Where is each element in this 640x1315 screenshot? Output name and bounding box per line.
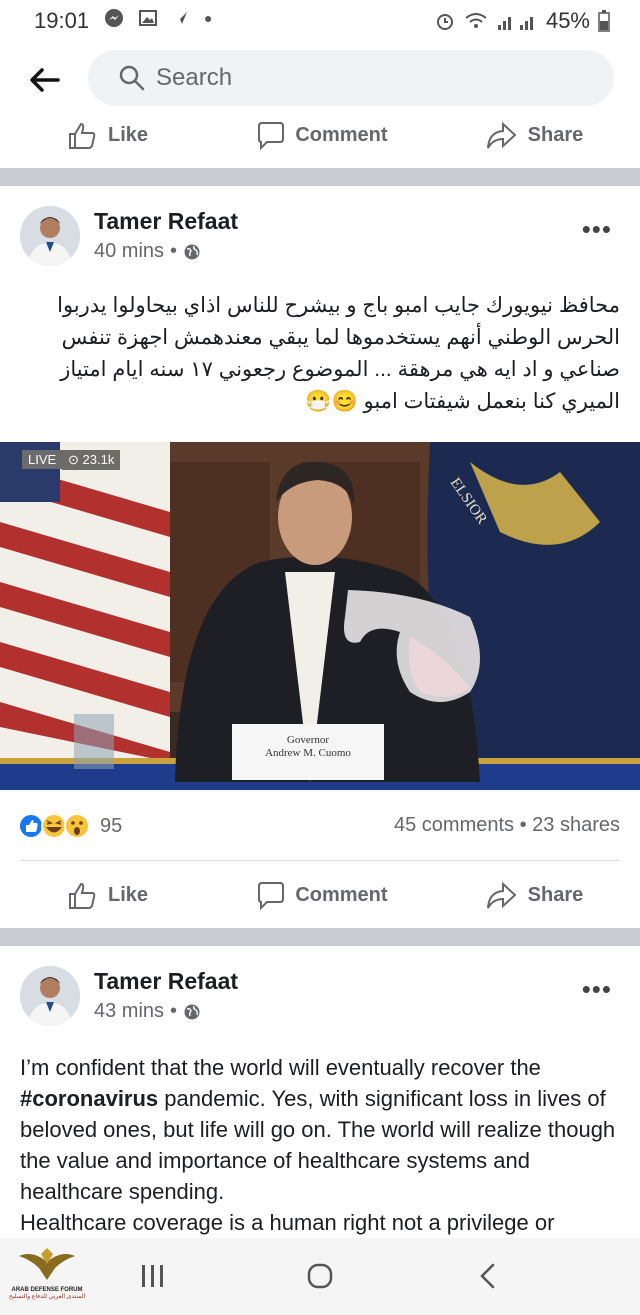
meta-dot: • — [170, 240, 178, 262]
post-divider — [0, 168, 640, 186]
status-time: 19:01 — [34, 8, 90, 33]
wifi-icon — [465, 13, 487, 28]
post-text-line: صناعي و اد ايه هي مرهقة ... الموضوع رجعو… — [60, 358, 620, 381]
recent-apps-icon — [142, 1265, 163, 1287]
reaction-icons — [18, 813, 90, 839]
podium-line1: Governor — [286, 734, 330, 746]
haha-reaction-icon — [41, 813, 67, 839]
watermark-logo: ARAB DEFENSE FORUM المنتدى العربي للدفاع… — [4, 1246, 90, 1312]
like-label: Like — [108, 884, 149, 906]
meta-dot: • — [170, 1000, 178, 1022]
comment-button[interactable]: Comment — [213, 102, 426, 166]
post-divider — [0, 928, 640, 946]
post-text: I’m confident that the world will eventu… — [20, 1052, 630, 1238]
avatar-photo — [20, 206, 80, 266]
previous-post-actions: Like Comment Share — [0, 102, 640, 166]
post-author[interactable]: Tamer Refaat — [94, 208, 238, 235]
post-text-line: الميري كنا بنعمل شيفتات امبو 😊😷 — [305, 390, 620, 413]
back-chevron-icon — [480, 1263, 495, 1289]
post-meta: 40 mins • — [94, 240, 201, 263]
comment-icon — [258, 882, 285, 911]
gallery-icon — [139, 10, 157, 26]
back-arrow-icon[interactable] — [26, 62, 62, 98]
like-button[interactable]: Like — [0, 862, 213, 926]
avatar-photo — [20, 966, 80, 1026]
post-paragraph: Healthcare coverage is a human right not… — [20, 1210, 555, 1235]
like-icon — [69, 882, 96, 909]
like-button[interactable]: Like — [0, 102, 213, 166]
views-badge: ⊙ 23.1k — [62, 450, 121, 470]
messenger-icon — [105, 9, 123, 27]
post-time[interactable]: 40 mins — [94, 240, 164, 263]
post-text-line: محافظ نيويورك جايب امبو باج و بيشرح للنا… — [57, 294, 620, 317]
comment-icon — [258, 122, 285, 151]
more-options-icon[interactable]: ••• — [582, 974, 612, 1005]
post-paragraph: I’m confident that the world will eventu… — [20, 1052, 630, 1207]
like-icon — [69, 122, 96, 149]
more-options-icon[interactable]: ••• — [582, 214, 612, 245]
comment-button[interactable]: Comment — [213, 862, 426, 926]
battery-icon — [598, 10, 610, 32]
reaction-count: 95 — [100, 814, 123, 837]
post-header: Tamer Refaat 43 mins • ••• — [0, 966, 640, 1046]
share-label: Share — [527, 884, 584, 906]
watermark-line2: المنتدى العربي للدفاع والتسليح — [8, 1294, 86, 1300]
notification-dot-icon: ● — [204, 10, 213, 26]
globe-icon — [184, 244, 200, 259]
battery-percent: 45% — [545, 8, 590, 33]
podium-line2: Andrew M. Cuomo — [265, 747, 351, 759]
search-icon — [119, 65, 145, 91]
post-author[interactable]: Tamer Refaat — [94, 968, 238, 995]
share-icon — [486, 881, 517, 909]
hashtag-link[interactable]: #coronavirus — [20, 1086, 158, 1111]
signal-icon — [497, 17, 533, 30]
avatar[interactable] — [20, 966, 80, 1026]
post-header: Tamer Refaat 40 mins • ••• — [0, 206, 640, 286]
avatar[interactable] — [20, 206, 80, 266]
navigation-icon — [175, 12, 187, 24]
search-placeholder: Search — [156, 64, 233, 91]
views-count: 23.1k — [82, 452, 115, 467]
comment-label: Comment — [295, 884, 388, 906]
post-text-segment: I’m confident that the world will eventu… — [20, 1055, 541, 1080]
post-actions: Like Comment Share — [0, 862, 640, 926]
globe-icon — [184, 1004, 200, 1019]
status-bar: 19:01 ● 45% — [0, 0, 640, 40]
comment-label: Comment — [295, 124, 388, 146]
alarm-icon — [436, 14, 453, 30]
post-text-line: الحرس الوطني أنهم يستخدموها لما يبقي معن… — [61, 326, 620, 349]
share-icon — [486, 121, 517, 149]
recent-apps-button[interactable] — [140, 1262, 166, 1290]
action-separator — [20, 860, 620, 861]
system-nav-bar: ARAB DEFENSE FORUM المنتدى العربي للدفاع… — [0, 1238, 640, 1315]
back-button[interactable] — [476, 1262, 500, 1290]
search-input[interactable]: Search — [88, 50, 614, 106]
podium-sign: Governor Andrew M. Cuomo — [232, 734, 384, 760]
post-meta: 43 mins • — [94, 1000, 201, 1023]
share-button[interactable]: Share — [427, 102, 640, 166]
eagle-emblem-icon — [19, 1248, 75, 1280]
home-icon — [307, 1263, 333, 1289]
share-label: Share — [527, 124, 584, 146]
reaction-summary[interactable]: 95 — [18, 812, 122, 840]
share-button[interactable]: Share — [427, 862, 640, 926]
post-time[interactable]: 43 mins — [94, 1000, 164, 1023]
live-badge: LIVE — [22, 450, 63, 469]
like-label: Like — [108, 124, 149, 146]
live-video[interactable]: ELSIOR LIVE ⊙ 23.1k Governor Andrew M. C… — [0, 442, 640, 790]
post-text: محافظ نيويورك جايب امبو باج و بيشرح للنا… — [20, 290, 620, 418]
home-button[interactable] — [306, 1262, 334, 1290]
comments-shares-count[interactable]: 45 comments • 23 shares — [394, 814, 620, 837]
